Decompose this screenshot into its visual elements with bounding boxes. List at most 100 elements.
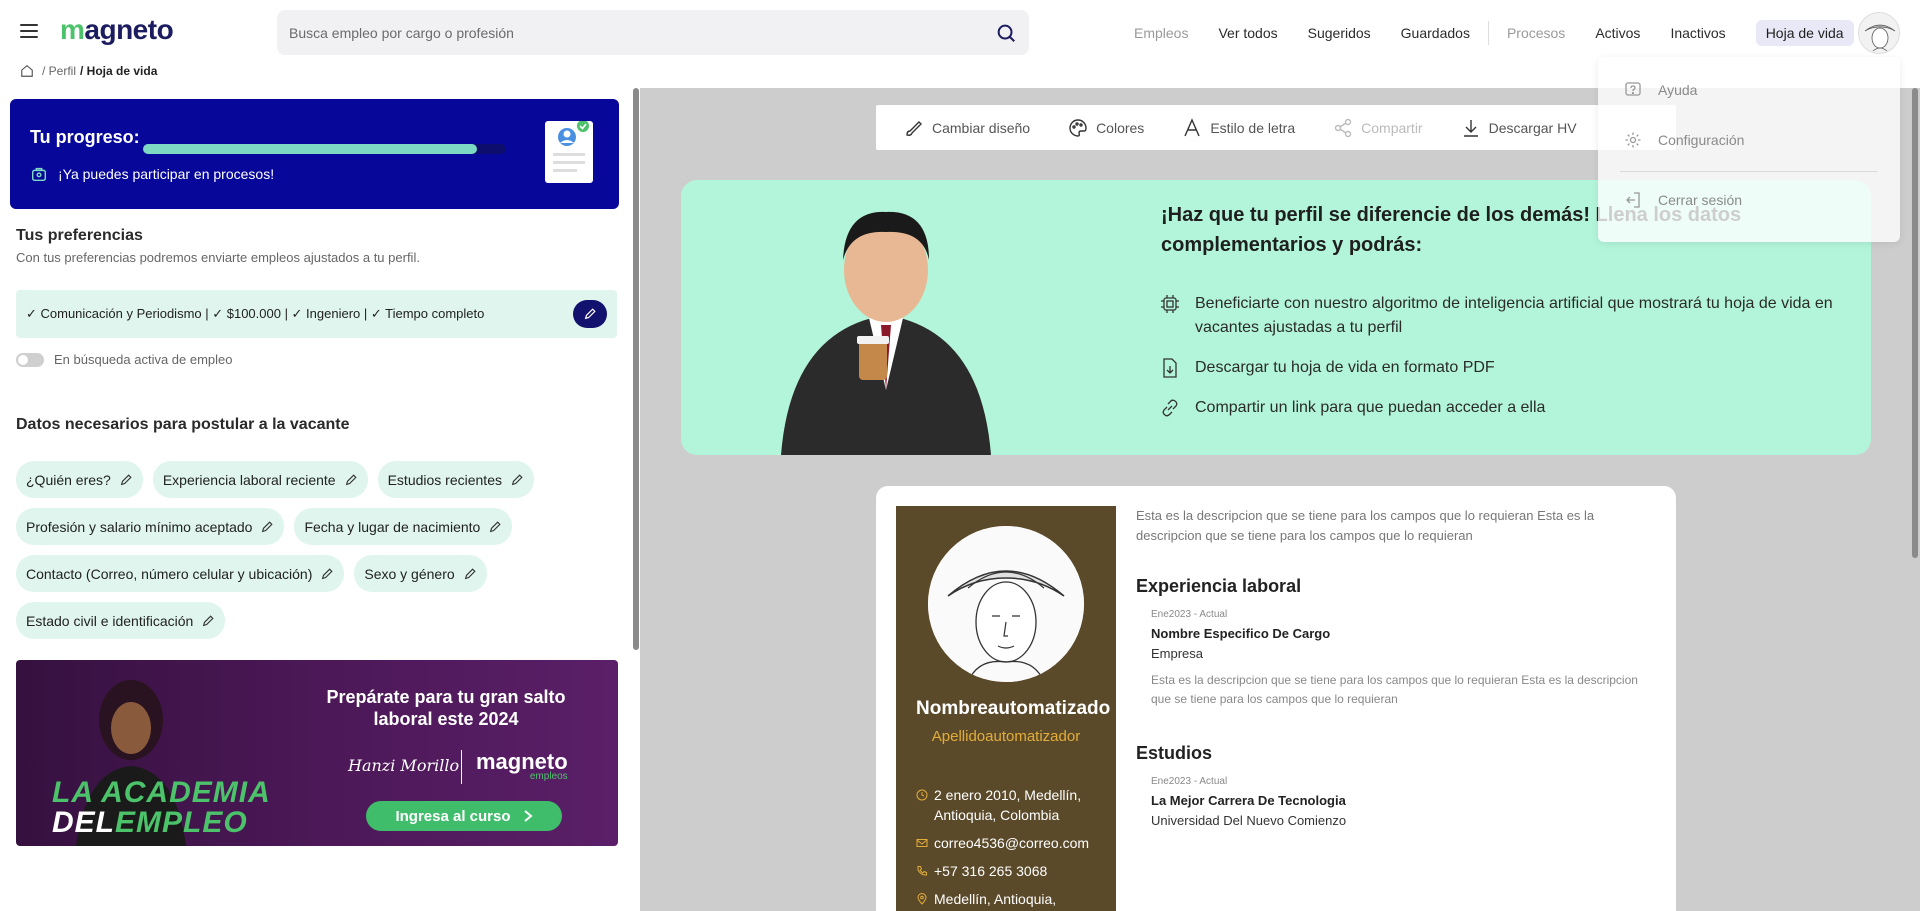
academia-line2a: DEL (52, 806, 115, 839)
nav-divider (1487, 21, 1489, 45)
colores-label: Colores (1096, 119, 1145, 136)
main-nav: Empleos Ver todos Sugeridos Guardados Pr… (1134, 20, 1866, 46)
nav-activos[interactable]: Activos (1595, 25, 1640, 41)
promo-item-pdf: Descargar tu hoja de vida en formato PDF (1159, 356, 1839, 380)
breadcrumb-perfil[interactable]: / Perfil (42, 64, 76, 78)
study-degree: La Mejor Carrera De Tecnologia (1151, 793, 1346, 808)
help-icon (1625, 82, 1641, 96)
pencil-icon (345, 473, 357, 485)
download-icon (1463, 119, 1478, 137)
contact-email: correo4536@correo.com (916, 833, 1106, 853)
menu-ayuda[interactable]: Ayuda (1624, 81, 1697, 99)
nav-sugeridos[interactable]: Sugeridos (1308, 25, 1371, 41)
clock-icon (916, 789, 928, 801)
studies-heading: Estudios (1136, 743, 1213, 763)
banner-signature: Hanzi Morillo (348, 756, 460, 775)
chip-quien-eres[interactable]: ¿Quién eres? (16, 461, 143, 498)
resume-main: Esta es la descripcion que se tiene para… (1136, 506, 1656, 828)
chip-estado-civil[interactable]: Estado civil e identificación (16, 602, 226, 639)
contact-location-text: Medellín, Antioquia, Colombia (934, 891, 1057, 907)
preferences-summary-text: ✓ Comunicación y Periodismo | ✓ $100.000… (26, 306, 485, 321)
resume-sidebar: Nombreautomatizado Apellidoautomatizador… (896, 506, 1116, 911)
study-date: Ene2023 - Actual (1151, 776, 1228, 787)
progress-bar-fill (143, 144, 477, 154)
nav-inactivos[interactable]: Inactivos (1670, 25, 1725, 41)
share-icon (1334, 118, 1352, 137)
chip-label: Estado civil e identificación (26, 612, 194, 629)
pencil-icon (584, 308, 596, 320)
resume-surname: Apellidoautomatizador (931, 728, 1081, 745)
colores-button[interactable]: Colores (1068, 118, 1144, 138)
chevron-right-icon (523, 810, 533, 822)
study-entry: Ene2023 - Actual La Mejor Carrera De Tec… (1136, 776, 1656, 828)
experience-heading: Experiencia laboral (1136, 576, 1302, 596)
brush-icon (906, 120, 922, 136)
businessman-illustration (781, 211, 991, 455)
phone-icon (917, 866, 927, 876)
menu-cerrar-sesion[interactable]: Cerrar sesión (1624, 191, 1742, 209)
chip-estudios[interactable]: Estudios recientes (377, 461, 534, 498)
nav-ver-todos[interactable]: Ver todos (1218, 25, 1277, 41)
resume-description: Esta es la descripcion que se tiene para… (1136, 508, 1595, 543)
promo-item-text: Descargar tu hoja de vida en formato PDF (1195, 359, 1495, 376)
left-panel: Tu progreso: ¡Ya puedes participar en pr… (0, 88, 630, 911)
contact-phone: +57 316 265 3068 (916, 861, 1106, 881)
mail-icon (916, 839, 928, 847)
estilo-letra-button[interactable]: Estilo de letra (1182, 117, 1295, 138)
user-dropdown-menu: Ayuda Configuración Cerrar sesión (1598, 57, 1900, 242)
promo-item-text: Compartir un link para que puedan accede… (1195, 399, 1546, 416)
promo-item-text: Beneficiarte con nuestro algoritmo de in… (1195, 295, 1833, 336)
experience-entry: Ene2023 - Actual Nombre Especifico De Ca… (1136, 609, 1656, 709)
chip-fecha-lugar[interactable]: Fecha y lugar de nacimiento (294, 508, 513, 545)
resume-name: Nombreautomatizado (916, 698, 1111, 719)
download-file-icon (1163, 358, 1177, 378)
academia-banner[interactable]: LA ACADEMIA DELEMPLEO Prepárate para tu … (16, 660, 618, 846)
ingresa-curso-label: Ingresa al curso (395, 807, 511, 825)
nav-procesos[interactable]: Procesos (1507, 25, 1565, 41)
right-scrollbar[interactable] (1912, 88, 1918, 558)
link-icon (1162, 399, 1178, 417)
progress-message: ¡Ya puedes participar en procesos! (30, 165, 274, 183)
experience-date: Ene2023 - Actual (1151, 609, 1228, 620)
menu-icon[interactable] (20, 24, 38, 38)
briefcase-icon (31, 167, 47, 182)
pencil-icon (322, 567, 333, 579)
ingresa-curso-button[interactable]: Ingresa al curso (366, 801, 562, 831)
compartir-button[interactable]: Compartir (1333, 118, 1423, 138)
compartir-label: Compartir (1361, 119, 1423, 136)
descargar-hv-button[interactable]: Descargar HV (1461, 118, 1577, 138)
preferences-summary: ✓ Comunicación y Periodismo | ✓ $100.000… (16, 290, 617, 338)
search-icon[interactable] (995, 22, 1017, 44)
chip-label: Contacto (Correo, número celular y ubica… (26, 565, 313, 582)
chip-profesion-salario[interactable]: Profesión y salario mínimo aceptado (16, 508, 285, 545)
home-icon[interactable] (20, 64, 34, 78)
chip-label: Fecha y lugar de nacimiento (304, 518, 481, 535)
edit-preferences-button[interactable] (573, 300, 607, 328)
contact-phone-text: +57 316 265 3068 (934, 863, 1048, 879)
chip-contacto[interactable]: Contacto (Correo, número celular y ubica… (16, 555, 345, 592)
menu-divider (1620, 171, 1878, 172)
descargar-hv-label: Descargar HV (1488, 119, 1577, 136)
user-avatar[interactable] (1858, 12, 1900, 54)
user-sketch-avatar-icon (1859, 13, 1899, 53)
magneto-logo[interactable]: magneto (60, 14, 174, 46)
cambiar-diseno-button[interactable]: Cambiar diseño (904, 118, 1030, 138)
pencil-icon (464, 567, 476, 579)
nav-hoja-de-vida[interactable]: Hoja de vida (1755, 20, 1854, 46)
chip-label: Experiencia laboral reciente (162, 471, 336, 488)
menu-configuracion[interactable]: Configuración (1624, 131, 1744, 149)
left-scrollbar[interactable] (633, 88, 639, 650)
pencil-icon (262, 520, 274, 532)
search-input[interactable] (289, 24, 995, 41)
chip-sexo-genero[interactable]: Sexo y género (354, 555, 487, 592)
resume-document-icon (545, 120, 593, 183)
chip-experiencia[interactable]: Experiencia laboral reciente (152, 461, 368, 498)
required-data-title: Datos necesarios para postular a la vaca… (16, 416, 350, 433)
menu-cerrar-sesion-label: Cerrar sesión (1658, 192, 1743, 208)
active-search-toggle[interactable] (16, 352, 44, 367)
nav-guardados[interactable]: Guardados (1401, 25, 1470, 41)
progress-card: Tu progreso: ¡Ya puedes participar en pr… (10, 99, 619, 209)
experience-role: Nombre Especifico De Cargo (1151, 626, 1331, 641)
nav-empleos[interactable]: Empleos (1134, 25, 1188, 41)
resume-photo (928, 526, 1084, 682)
